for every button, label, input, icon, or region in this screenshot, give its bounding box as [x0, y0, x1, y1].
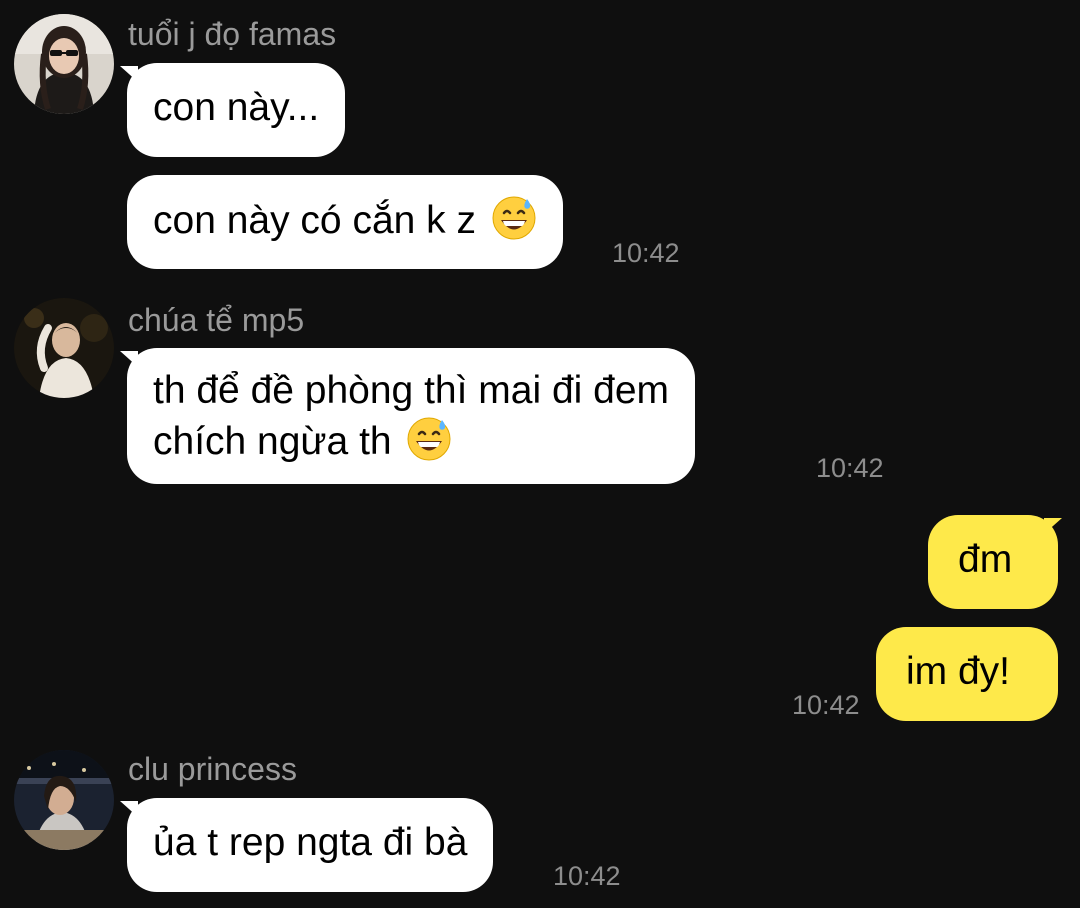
avatar-photo [14, 750, 114, 850]
sender-name: clu princess [128, 751, 297, 787]
avatar-photo [14, 14, 114, 114]
message-timestamp: 10:42 [553, 861, 621, 891]
grinning-sweat-emoji [407, 417, 451, 461]
message-text-line: th để đề phòng thì mai đi đem [153, 369, 670, 412]
message-timestamp: 10:42 [816, 453, 884, 483]
message-text-line: chích ngừa th [153, 416, 669, 467]
message-bubble[interactable]: con này có cắn k z [127, 175, 563, 269]
message-timestamp: 10:42 [612, 238, 680, 268]
message-bubble[interactable]: ủa t rep ngta đi bà [127, 798, 494, 892]
message-text: con này... [153, 86, 320, 129]
avatar-clu-princess[interactable] [14, 750, 114, 850]
message-bubble[interactable]: th để đề phòng thì mai đi đem chích ngừa… [127, 348, 696, 484]
message-bubble[interactable]: đm [928, 515, 1058, 609]
message-text: đm [958, 538, 1013, 581]
avatar-chua-te-mp5[interactable] [14, 298, 114, 398]
message-text: ủa t rep ngta đi bà [153, 821, 468, 864]
message-bubble[interactable]: con này... [127, 63, 346, 157]
sender-name: tuổi j đọ famas [128, 16, 337, 52]
sender-name: chúa tể mp5 [128, 302, 305, 338]
avatar-photo [14, 298, 114, 398]
message-text: con này có cắn k z [153, 199, 477, 242]
message-bubble[interactable]: im đy! [876, 627, 1058, 721]
avatar-tuoi-j-do-famas[interactable] [14, 14, 114, 114]
grinning-sweat-emoji [492, 196, 536, 240]
message-text: chích ngừa th [153, 420, 392, 463]
message-text: im đy! [906, 650, 1011, 693]
message-timestamp: 10:42 [792, 690, 860, 720]
